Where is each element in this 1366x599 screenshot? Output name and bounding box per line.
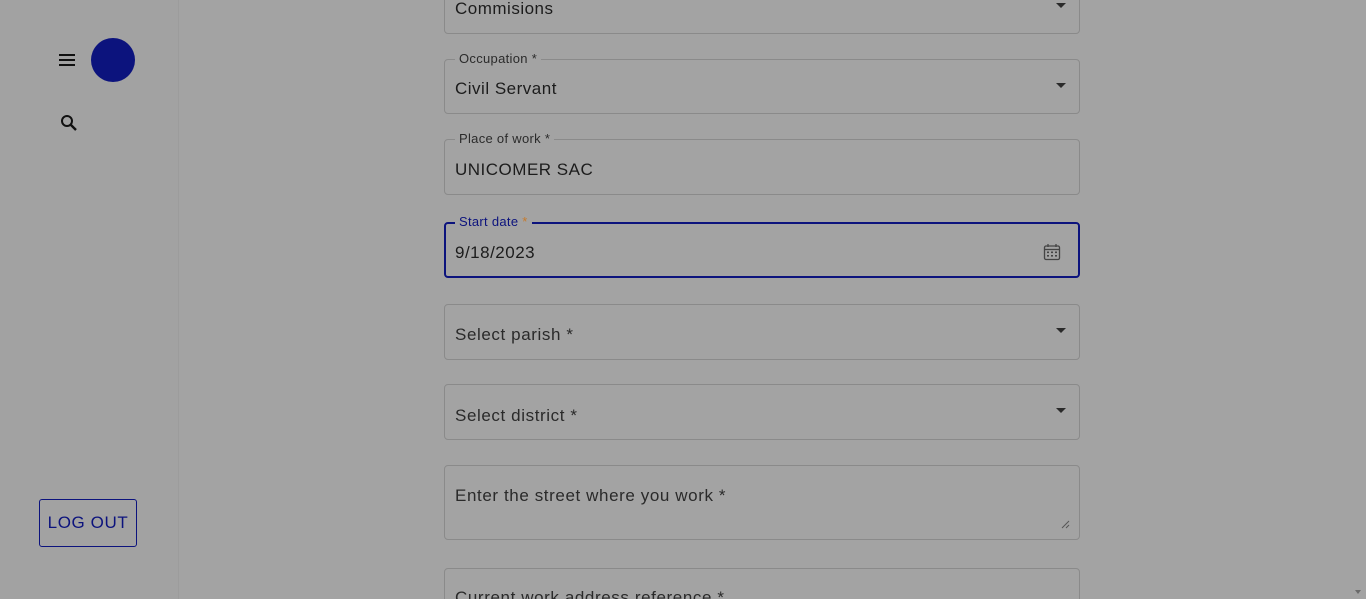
payment-type-value: Commisions (455, 0, 554, 18)
address-reference-field[interactable]: Current work address reference * (444, 568, 1080, 599)
chevron-down-icon (1056, 3, 1066, 8)
start-date-label: Start date * (455, 214, 532, 230)
occupation-value: Civil Servant (455, 79, 557, 98)
address-reference-placeholder: Current work address reference * (455, 588, 725, 599)
chevron-down-icon (1056, 328, 1066, 333)
district-select[interactable]: Select district * (444, 384, 1080, 440)
district-placeholder: Select district * (455, 406, 578, 425)
menu-icon[interactable] (54, 47, 80, 73)
calendar-icon[interactable] (1043, 243, 1061, 261)
place-of-work-field[interactable]: Place of work * UNICOMER SAC (444, 131, 1080, 195)
street-textarea[interactable]: Enter the street where you work * (444, 465, 1080, 540)
parish-select[interactable]: Select parish * (444, 304, 1080, 360)
chevron-down-icon (1056, 408, 1066, 413)
search-icon[interactable] (56, 110, 82, 136)
start-date-field[interactable]: Start date * 9/18/2023 (444, 214, 1080, 278)
start-date-value: 9/18/2023 (455, 243, 536, 262)
sidebar: LOG OUT (0, 0, 179, 599)
street-placeholder: Enter the street where you work * (455, 486, 727, 505)
parish-placeholder: Select parish * (455, 325, 574, 344)
scrollbar[interactable] (1349, 0, 1366, 599)
place-of-work-label: Place of work * (455, 131, 555, 147)
chevron-down-icon (1056, 83, 1066, 88)
scroll-down-arrow-icon[interactable] (1355, 590, 1361, 594)
occupation-select[interactable]: Occupation * Civil Servant (444, 51, 1080, 114)
occupation-label: Occupation * (455, 51, 542, 67)
logout-button[interactable]: LOG OUT (39, 499, 137, 547)
payment-type-select[interactable]: Commisions (444, 0, 1080, 34)
avatar[interactable] (91, 38, 135, 82)
place-of-work-value: UNICOMER SAC (455, 160, 594, 179)
resize-handle-icon[interactable] (1060, 519, 1070, 529)
